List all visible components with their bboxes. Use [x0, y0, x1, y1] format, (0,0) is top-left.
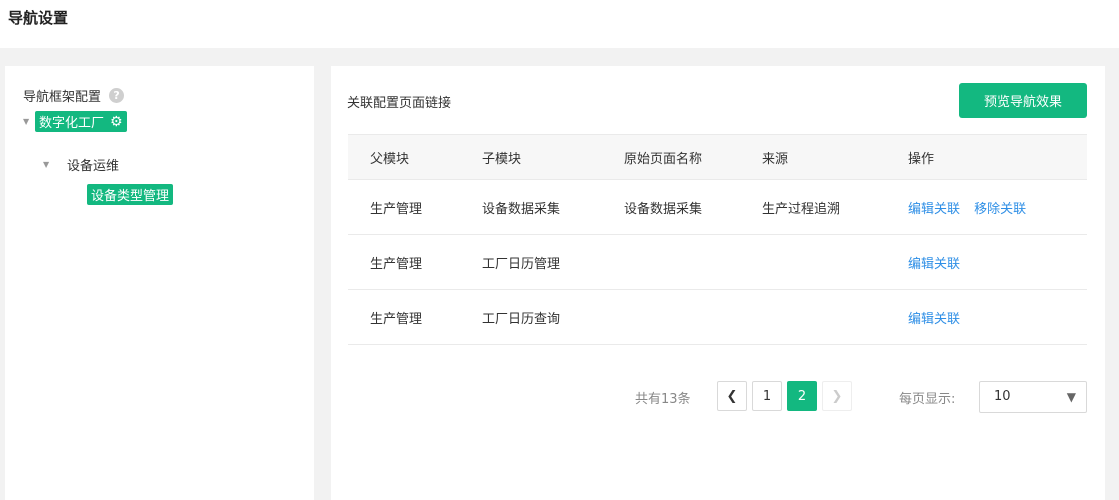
tree-root-label-wrap[interactable]: 数字化工厂 ⚙: [35, 111, 127, 132]
tree-header: 导航框架配置 ?: [23, 86, 125, 105]
caret-down-icon[interactable]: ▼: [23, 117, 35, 126]
table-header: 父模块 子模块 原始页面名称 来源 操作: [348, 134, 1087, 180]
section-title: 关联配置页面链接: [347, 96, 452, 111]
cell-original: 设备数据采集: [624, 201, 703, 217]
edit-link[interactable]: 编辑关联: [908, 257, 960, 272]
per-page-label: 每页显示:: [899, 392, 956, 407]
cell-parent: 生产管理: [370, 311, 423, 327]
cell-child: 工厂日历查询: [482, 311, 561, 327]
tree-child-label: 设备运维: [67, 159, 120, 174]
tree-node-child[interactable]: ▼ 设备运维: [43, 155, 119, 174]
cell-source: 生产过程追溯: [762, 201, 841, 217]
tree-leaf-label[interactable]: 设备类型管理: [87, 184, 174, 205]
cell-actions: 编辑关联: [896, 253, 1087, 272]
total-count: 共有13条: [635, 392, 691, 407]
tree-node-root[interactable]: ▼ 数字化工厂 ⚙: [23, 111, 127, 132]
page-button-2[interactable]: 2: [787, 381, 817, 411]
cell-parent: 生产管理: [370, 256, 423, 272]
main-panel: 关联配置页面链接 预览导航效果 父模块 子模块 原始页面名称 来源 操作 生产管…: [331, 66, 1105, 500]
preview-nav-button[interactable]: 预览导航效果: [959, 83, 1087, 118]
page-button-1[interactable]: 1: [752, 381, 782, 411]
pagination: 共有13条 ❮ 1 2 ❯ 每页显示: 10 ▼: [331, 381, 1105, 413]
tree-header-label: 导航框架配置: [23, 90, 102, 105]
gear-icon[interactable]: ⚙: [110, 115, 123, 129]
chevron-right-icon: ❯: [831, 388, 843, 404]
page-title: 导航设置: [8, 9, 69, 27]
prev-page-button[interactable]: ❮: [717, 381, 747, 411]
chevron-left-icon: ❮: [726, 388, 738, 404]
per-page-value: 10: [994, 389, 1011, 404]
col-header: 操作: [908, 151, 935, 167]
cell-child: 工厂日历管理: [482, 256, 561, 272]
question-icon[interactable]: ?: [109, 88, 125, 103]
table-row: 生产管理 工厂日历管理 编辑关联: [348, 235, 1087, 290]
cell-actions: 编辑关联: [896, 308, 1087, 327]
tree-root-label: 数字化工厂: [39, 116, 105, 131]
next-page-button[interactable]: ❯: [822, 381, 852, 411]
edit-link[interactable]: 编辑关联: [908, 202, 960, 217]
col-header: 子模块: [482, 151, 522, 167]
nav-tree-panel: 导航框架配置 ? ▼ 数字化工厂 ⚙ ▼ 设备运维 设备类型管理: [5, 66, 314, 500]
link-table: 父模块 子模块 原始页面名称 来源 操作 生产管理 设备数据采集 设备数据采集 …: [348, 134, 1087, 345]
cell-actions: 编辑关联 移除关联: [896, 198, 1087, 217]
col-header: 来源: [762, 151, 789, 167]
cell-parent: 生产管理: [370, 201, 423, 217]
cell-child: 设备数据采集: [482, 201, 561, 217]
per-page-select[interactable]: 10 ▼: [979, 381, 1087, 413]
edit-link[interactable]: 编辑关联: [908, 312, 960, 327]
table-row: 生产管理 工厂日历查询 编辑关联: [348, 290, 1087, 345]
col-header: 父模块: [370, 151, 410, 167]
top-bar: 导航设置: [0, 0, 1119, 48]
col-header: 原始页面名称: [624, 151, 703, 167]
caret-down-icon[interactable]: ▼: [43, 160, 55, 169]
table-row: 生产管理 设备数据采集 设备数据采集 生产过程追溯 编辑关联 移除关联: [348, 180, 1087, 235]
triangle-down-icon: ▼: [1066, 390, 1076, 404]
remove-link[interactable]: 移除关联: [974, 202, 1026, 217]
tree-node-leaf[interactable]: 设备类型管理: [87, 184, 174, 205]
